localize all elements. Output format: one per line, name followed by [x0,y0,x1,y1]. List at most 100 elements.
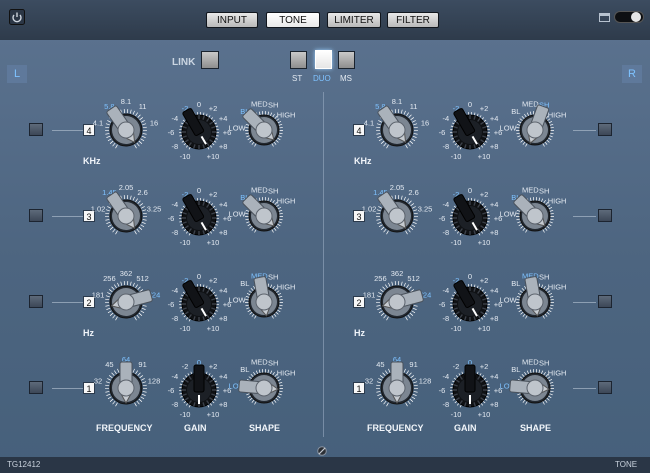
toggle-icon[interactable] [614,10,644,24]
right-band-2-frequency-knob[interactable] [380,285,424,319]
right-band-3-shape-tick-4: HIGH [548,197,567,206]
left-band-2-connector [52,302,83,303]
right-band-4-gain-tick-0: -10 [451,152,462,161]
right-band-1-gain-tick-0: -10 [451,410,462,419]
left-band-3-freq-tick-2: 2.05 [119,183,134,192]
right-band-3-freq-tick-4: 3.25 [418,205,433,214]
left-band-3-shape-tick-2: MED [251,185,268,194]
right-band-1-frequency-knob[interactable] [380,361,414,405]
left-band-4-controls: 4.15.88.11116-10-8-6-4-2 0 +2+4+6+8+10LOWB… [93,97,296,161]
right-band-2-gain-tick-2: -6 [439,300,446,309]
left-band-3-speaker-icon[interactable] [29,209,43,222]
left-gain-label: GAIN [184,423,207,433]
left-band-1-shape-tick-2: MED [251,357,268,366]
left-band-1-shape-tick-1: BL [240,365,249,374]
right-band-1-shape-knob[interactable] [509,372,551,404]
left-band-2-gain-knob[interactable] [181,280,217,322]
left-band-3-shape-tick-4: HIGH [277,197,296,206]
left-frequency-label: FREQUENCY [96,423,153,433]
left-band-3-gain-tick-10: +10 [207,238,220,247]
tab-filter[interactable]: FILTER [387,12,439,28]
right-band-1-gain-tick-3: -4 [442,372,449,381]
left-band-4-gain-tick-3: -4 [171,114,178,123]
left-band-1-frequency-knob[interactable] [109,361,143,405]
left-band-1-shape-knob[interactable] [238,372,280,404]
left-band-2-gain-tick-3: -4 [171,286,178,295]
right-band-3-speaker-icon[interactable] [598,209,612,222]
left-channel-label: L [7,65,27,83]
right-band-3-gain-knob[interactable] [452,194,488,236]
left-band-4-shape-tick-4: HIGH [277,111,296,120]
duo-mode-button[interactable] [315,50,332,69]
left-shape-label: SHAPE [249,423,281,433]
left-band-2-freq-tick-2: 362 [120,269,133,278]
left-band-4-gain-tick-5: 0 [197,100,201,109]
power-icon[interactable] [9,9,25,25]
right-band-3-shape-tick-2: MED [522,185,539,194]
right-band-2-freq-tick-2: 362 [391,269,404,278]
link-button[interactable] [201,51,219,69]
right-band-3-freq-tick-0: 1.02 [362,205,377,214]
right-band-2-controls: 181256362512724-10-8-6-4-2 0 +2+4+6+8+10LO… [363,269,567,333]
left-band-1-speaker-icon[interactable] [29,381,43,394]
left-band-2-shape-tick-1: BL [240,279,249,288]
tab-limiter[interactable]: LIMITER [327,12,381,28]
right-band-2-freq-tick-1: 256 [374,274,387,283]
left-band-3-gain-knob[interactable] [181,194,217,236]
tab-input[interactable]: INPUT [206,12,258,28]
st-mode-label: ST [292,74,303,83]
right-band-4-controls: 4.15.88.11116-10-8-6-4-2 0 +2+4+6+8+10LOWB… [364,97,567,161]
left-band-2-frequency-knob[interactable] [109,285,153,319]
st-mode-button[interactable] [290,51,307,69]
right-band-2-gain-tick-5: 0 [468,272,472,281]
right-band-1-freq-tick-0: 32 [365,377,373,386]
right-band-1-speaker-icon[interactable] [598,381,612,394]
left-band-1-gain-tick-10: +10 [207,410,220,419]
right-band-4-shape-knob[interactable] [519,104,551,146]
left-band-4-gain-knob[interactable] [181,108,217,150]
left-band-1-shape-tick-3: SH [268,359,278,368]
right-band-4-gain-tick-7: +4 [490,114,499,123]
right-band-1-shape-tick-2: MED [522,357,539,366]
left-band-2-gain-tick-2: -6 [168,300,175,309]
left-band-2-shape-knob[interactable] [248,276,280,318]
left-band-2-shape-tick-4: HIGH [277,283,296,292]
left-band-4-freq-tick-0: 4.1 [93,119,103,128]
left-band-2-gain-tick-0: -10 [180,324,191,333]
ms-mode-label: MS [340,74,352,83]
left-band-3-shape-tick-3: SH [268,187,278,196]
right-band-1-gain-tick-7: +4 [490,372,499,381]
right-band-2-speaker-icon[interactable] [598,295,612,308]
right-band-2-gain-knob[interactable] [452,280,488,322]
left-band-1-gain-knob[interactable] [181,364,217,408]
right-band-2-shape-knob[interactable] [519,276,551,318]
bottom-bar [0,457,650,473]
right-band-3-gain-tick-10: +10 [478,238,491,247]
right-band-1-gain-tick-2: -6 [439,386,446,395]
right-band-3-gain-tick-2: -6 [439,214,446,223]
right-band-2-gain-tick-10: +10 [478,324,491,333]
window-icon[interactable] [599,13,610,22]
tab-tone[interactable]: TONE [266,12,320,28]
right-band-3-freq-tick-2: 2.05 [390,183,405,192]
left-band-1-gain-tick-3: -4 [171,372,178,381]
left-band-4-shape-tick-3: SH [268,101,278,110]
ms-mode-button[interactable] [338,51,355,69]
left-band-2-speaker-icon[interactable] [29,295,43,308]
right-band-1-gain-knob[interactable] [452,364,488,408]
left-band-1-gain-tick-4: -2 [182,362,189,371]
right-band-4-gain-knob[interactable] [452,108,488,150]
right-band-3-gain-tick-1: -8 [442,228,449,237]
left-band-4-connector [52,130,83,131]
right-band-4-shape-tick-0: LOW [500,124,518,133]
left-band-2-shape-tick-0: LOW [229,296,247,305]
right-band-3-gain-tick-7: +4 [490,200,499,209]
right-band-4-freq-tick-0: 4.1 [364,119,374,128]
right-band-2-gain-tick-0: -10 [451,324,462,333]
center-divider [323,92,324,437]
right-band-4-speaker-icon[interactable] [598,123,612,136]
left-band-4-speaker-icon[interactable] [29,123,43,136]
left-band-2-gain-tick-9: +8 [219,314,228,323]
left-band-1-freq-tick-3: 91 [138,360,146,369]
left-band-3-connector [52,216,83,217]
